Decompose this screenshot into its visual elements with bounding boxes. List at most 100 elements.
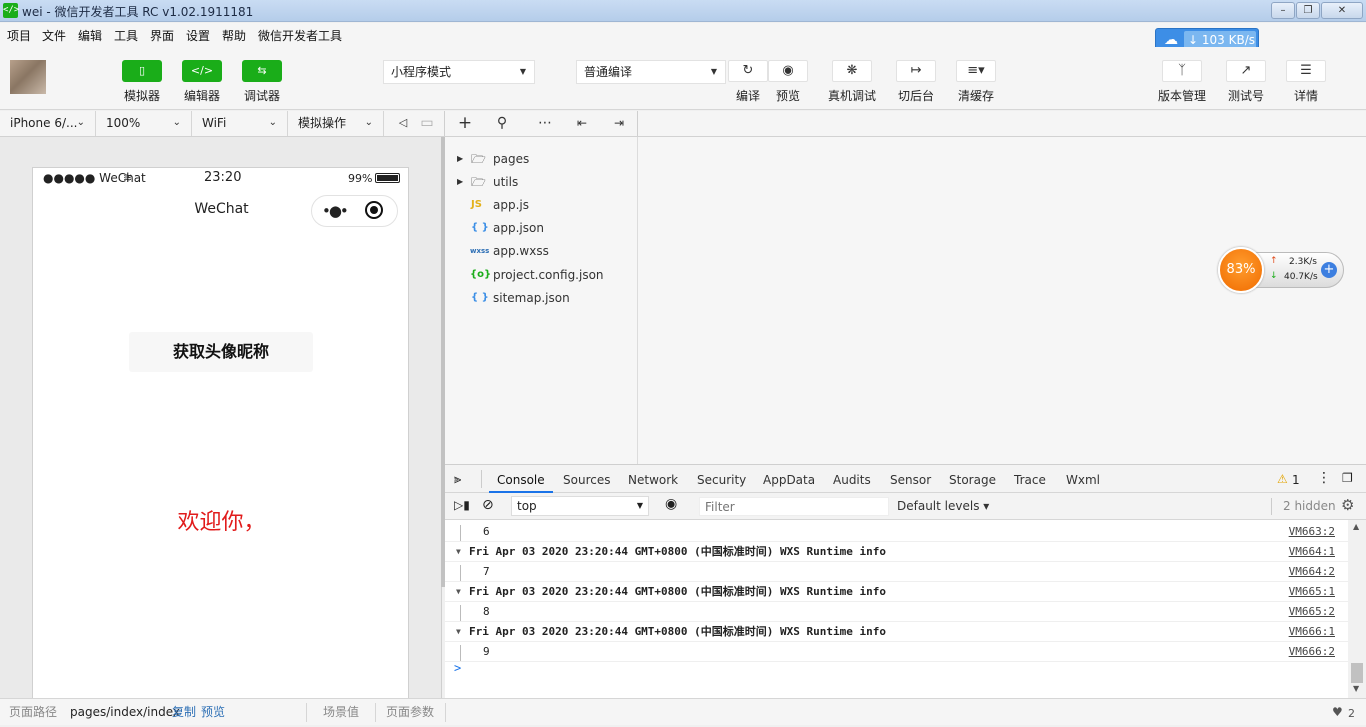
warning-icon[interactable]: ⚠ xyxy=(1277,472,1288,486)
compile-select[interactable]: 普通编译 ▼ xyxy=(576,60,726,84)
bell-icon[interactable]: ♥ xyxy=(1332,699,1343,726)
live-expression-eye-icon[interactable]: ◉ xyxy=(665,496,677,512)
menu-project[interactable]: 项目 xyxy=(7,27,31,44)
add-file-icon[interactable]: + xyxy=(450,111,480,136)
tree-file-project-config[interactable]: {o} project.config.json xyxy=(445,264,638,286)
caret-down-icon: ▼ xyxy=(710,67,717,76)
scroll-thumb[interactable] xyxy=(1351,663,1363,683)
tree-file-sitemap-json[interactable]: { } sitemap.json xyxy=(445,287,638,309)
gear-icon[interactable]: ⚙ xyxy=(1341,496,1354,514)
close-miniprogram-icon[interactable] xyxy=(365,201,383,219)
menu-edit[interactable]: 编辑 xyxy=(78,27,102,44)
compile-button[interactable]: ↻ xyxy=(728,60,768,82)
sidebar-toggle-icon[interactable]: ⇥ xyxy=(604,111,634,136)
caret-right-icon: ▶ xyxy=(457,154,464,163)
close-button[interactable]: ✕ xyxy=(1321,2,1363,19)
tree-file-app-wxss[interactable]: wxss app.wxss xyxy=(445,240,638,262)
context-select[interactable]: top ▼ xyxy=(511,496,649,516)
version-button[interactable]: ᛉ xyxy=(1162,60,1202,82)
tab-storage[interactable]: Storage xyxy=(949,465,996,493)
expand-triangle-icon[interactable]: ▼ xyxy=(456,622,461,642)
debugger-label: 调试器 xyxy=(243,89,280,103)
device-select[interactable]: iPhone 6/... ⌄ xyxy=(0,111,96,136)
plus-icon[interactable]: + xyxy=(1321,262,1337,278)
menu-tools[interactable]: 工具 xyxy=(114,27,138,44)
tree-folder-utils[interactable]: ▶ 🗁 utils xyxy=(445,171,638,193)
tab-appdata[interactable]: AppData xyxy=(763,465,815,493)
editor-area[interactable] xyxy=(638,137,1366,464)
kebab-menu-icon[interactable]: ⋮ xyxy=(1317,470,1331,486)
scroll-down-icon[interactable]: ▼ xyxy=(1353,684,1359,693)
tab-wxml[interactable]: Wxml xyxy=(1066,465,1100,493)
tab-audits[interactable]: Audits xyxy=(833,465,871,493)
minimize-button[interactable]: – xyxy=(1271,2,1295,19)
tab-sensor[interactable]: Sensor xyxy=(890,465,931,493)
collapse-tree-icon[interactable]: ⇤ xyxy=(567,111,597,136)
menu-file[interactable]: 文件 xyxy=(42,27,66,44)
capsule-menu[interactable]: •●• xyxy=(311,195,398,227)
preview-path-link[interactable]: 预览 xyxy=(201,699,225,726)
source-link[interactable]: VM665:2 xyxy=(1289,602,1335,622)
more-dots-icon[interactable]: •●• xyxy=(322,202,349,220)
tree-file-app-json[interactable]: { } app.json xyxy=(445,217,638,239)
preview-button[interactable]: ◉ xyxy=(768,60,808,82)
tab-security[interactable]: Security xyxy=(697,465,746,493)
page-params-button[interactable]: 页面参数 xyxy=(386,699,434,726)
source-link[interactable]: VM666:1 xyxy=(1289,622,1335,642)
copy-path-link[interactable]: 复制 xyxy=(172,699,196,726)
menu-settings[interactable]: 设置 xyxy=(186,27,210,44)
network-select[interactable]: WiFi ⌄ xyxy=(192,111,288,136)
source-link[interactable]: VM666:2 xyxy=(1289,642,1335,662)
source-link[interactable]: VM664:2 xyxy=(1289,562,1335,582)
source-link[interactable]: VM663:2 xyxy=(1289,522,1335,542)
clear-cache-button[interactable]: ≡▾ xyxy=(956,60,996,82)
get-userinfo-button[interactable]: 获取头像昵称 xyxy=(129,332,313,372)
menu-help[interactable]: 帮助 xyxy=(222,27,246,44)
popout-icon[interactable]: ▭ xyxy=(412,111,442,136)
expand-triangle-icon[interactable]: ▼ xyxy=(456,542,461,562)
scroll-up-icon[interactable]: ▲ xyxy=(1353,522,1359,531)
console-row: 7 VM664:2 xyxy=(445,562,1348,582)
expand-triangle-icon[interactable]: ▼ xyxy=(456,582,461,602)
tab-sources[interactable]: Sources xyxy=(563,465,610,493)
clear-console-icon[interactable]: ⊘ xyxy=(482,497,494,513)
avatar[interactable] xyxy=(10,60,46,94)
default-levels-select[interactable]: Default levels ▾ xyxy=(897,499,989,513)
console-filter-bar: ▷▮ ⊘ top ▼ ◉ Default levels ▾ 2 hidden ⚙ xyxy=(445,493,1366,520)
more-icon[interactable]: ⋯ xyxy=(530,111,560,136)
code-icon: </> xyxy=(190,64,214,77)
tab-network[interactable]: Network xyxy=(628,465,678,493)
remote-debug-button[interactable]: ❋ xyxy=(832,60,872,82)
search-icon[interactable]: ⚲ xyxy=(487,111,517,136)
editor-toggle-button[interactable]: </> xyxy=(182,60,222,82)
test-account-button[interactable]: ↗ xyxy=(1226,60,1266,82)
simulator-toggle-button[interactable]: ▯ xyxy=(122,60,162,82)
source-link[interactable]: VM665:1 xyxy=(1289,582,1335,602)
menu-wechat-devtools[interactable]: 微信开发者工具 xyxy=(258,27,342,44)
tab-trace[interactable]: Trace xyxy=(1014,465,1046,493)
source-link[interactable]: VM664:1 xyxy=(1289,542,1335,562)
editor-label: 编辑器 xyxy=(183,89,220,103)
background-button[interactable]: ↦ xyxy=(896,60,936,82)
tab-console[interactable]: Console xyxy=(489,465,553,493)
scene-value-button[interactable]: 场景值 xyxy=(323,699,359,726)
debugger-toggle-button[interactable]: ⇆ xyxy=(242,60,282,82)
sidebar-toggle-icon[interactable]: ▷▮ xyxy=(454,498,470,512)
menu-view[interactable]: 界面 xyxy=(150,27,174,44)
console-filter-input[interactable] xyxy=(699,497,889,516)
console-prompt[interactable]: > xyxy=(454,661,461,675)
tree-folder-pages[interactable]: ▶ 🗁 pages xyxy=(445,148,638,170)
simulate-operation-select[interactable]: 模拟操作 ⌄ xyxy=(288,111,384,136)
speed-float-ball[interactable]: 83% ↑ 2.3K/s ↓ 40.7K/s + xyxy=(1218,247,1344,293)
console-scrollbar[interactable]: ▲ ▼ xyxy=(1348,520,1366,698)
tree-file-app-js[interactable]: JS app.js xyxy=(445,194,638,216)
zoom-select[interactable]: 100% ⌄ xyxy=(96,111,192,136)
group-indent-bar xyxy=(460,565,461,581)
inspect-element-icon[interactable]: ⫸ xyxy=(454,472,461,487)
dock-icon[interactable]: ❐ xyxy=(1342,471,1353,485)
divider xyxy=(1271,498,1272,515)
console-output[interactable]: 6 VM663:2 ▼ Fri Apr 03 2020 23:20:44 GMT… xyxy=(445,520,1348,698)
maximize-button[interactable]: ❐ xyxy=(1296,2,1320,19)
mode-select[interactable]: 小程序模式 ▼ xyxy=(383,60,535,84)
details-button[interactable]: ☰ xyxy=(1286,60,1326,82)
